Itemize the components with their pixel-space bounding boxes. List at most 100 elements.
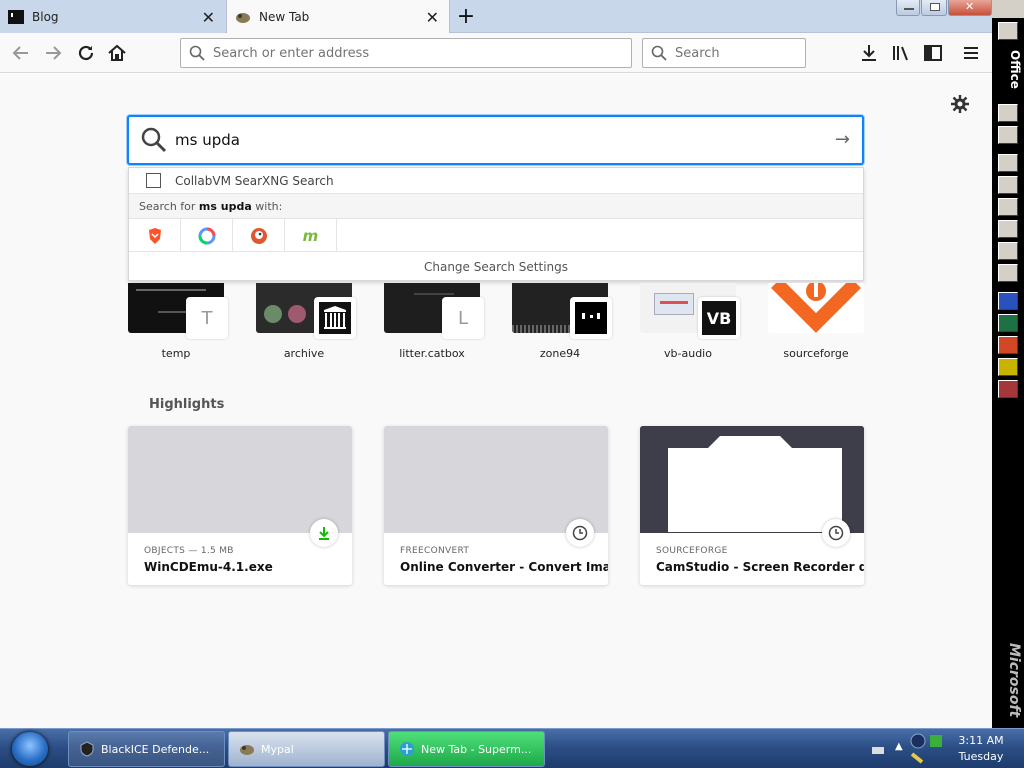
zone94-icon	[570, 297, 612, 339]
close-window-button[interactable]: ✕	[948, 0, 992, 16]
highlight-card[interactable]: FREECONVERT Online Converter - Convert I…	[384, 426, 608, 585]
forward-icon[interactable]	[42, 42, 64, 64]
search-suggestions: CollabVM SearXNG Search Search for ms up…	[128, 167, 864, 281]
browser-icon	[400, 742, 414, 756]
network-icon[interactable]	[910, 733, 926, 749]
security-shield-icon[interactable]	[928, 733, 944, 749]
tab-strip: Blog ✕ New Tab ✕ + ✕	[0, 0, 992, 34]
minimize-button[interactable]	[896, 0, 920, 16]
show-hidden-icons-icon[interactable]: ▲	[895, 741, 903, 752]
sidebar-icon[interactable]	[922, 42, 944, 64]
site-name: vb-audio	[664, 347, 712, 360]
engine-duckduckgo[interactable]	[233, 219, 285, 252]
search-query: ms upda	[175, 131, 240, 149]
site-name: temp	[161, 347, 191, 360]
mail-icon[interactable]	[998, 154, 1018, 172]
tab-new-tab[interactable]: New Tab ✕	[226, 0, 450, 34]
brave-icon	[148, 227, 161, 244]
journal-icon[interactable]	[998, 242, 1018, 260]
tab-blog[interactable]: Blog ✕	[0, 0, 225, 33]
reload-icon[interactable]	[75, 42, 97, 64]
navigation-toolbar: Search or enter address Search	[0, 33, 992, 73]
new-tab-button[interactable]: +	[456, 4, 476, 29]
office-bar-header	[992, 0, 1024, 18]
search-box[interactable]: Search	[642, 38, 806, 68]
download-icon[interactable]	[858, 42, 880, 64]
terminal-icon	[8, 9, 24, 24]
engine-mojeek[interactable]: m	[285, 219, 337, 252]
card-image	[128, 426, 352, 533]
site-name: zone94	[539, 347, 581, 360]
card-title: CamStudio - Screen Recorder d...	[656, 560, 864, 574]
card-source: FREECONVERT	[400, 546, 470, 556]
site-name: archive	[283, 347, 325, 360]
calendar-icon[interactable]	[998, 176, 1018, 194]
office-shortcut-bar: Office Microsoft	[992, 0, 1024, 728]
clock-icon	[822, 519, 850, 547]
open-document-icon[interactable]	[998, 126, 1018, 144]
library-icon[interactable]	[890, 42, 912, 64]
office-label: Office	[994, 44, 1022, 94]
highlight-card[interactable]: OBJECTS — 1.5 MB WinCDEmu-4.1.exe	[128, 426, 352, 585]
volume-icon[interactable]	[910, 751, 926, 765]
arrow-right-icon[interactable]: →	[835, 129, 850, 150]
search-icon	[189, 45, 205, 61]
duckduckgo-icon	[250, 227, 267, 244]
site-letter-tile: L	[442, 297, 484, 339]
publisher-icon[interactable]	[998, 358, 1018, 376]
mojeek-icon: m	[302, 226, 319, 245]
search-for-header: Search for ms upda with:	[129, 194, 863, 219]
access-icon[interactable]	[998, 380, 1018, 398]
download-icon	[310, 519, 338, 547]
page-search-input[interactable]: ms upda →	[127, 115, 864, 165]
engine-row: m	[129, 219, 863, 252]
url-bar[interactable]: Search or enter address	[180, 38, 632, 68]
vb-audio-icon: VB	[698, 297, 740, 339]
close-tab-icon[interactable]: ✕	[202, 8, 215, 27]
word-icon[interactable]	[998, 292, 1018, 310]
keyboard-icon[interactable]	[872, 745, 884, 755]
back-icon[interactable]	[10, 42, 32, 64]
contact-icon[interactable]	[998, 220, 1018, 238]
highlight-card[interactable]: SOURCEFORGE CamStudio - Screen Recorder …	[640, 426, 864, 585]
maximize-button[interactable]	[921, 0, 947, 16]
card-image	[384, 426, 608, 533]
site-name: sourceforge	[783, 347, 849, 360]
search-icon	[651, 45, 667, 61]
taskbar-item-mypal[interactable]: Mypal	[228, 731, 385, 767]
card-source: SOURCEFORGE	[656, 546, 728, 556]
menu-icon[interactable]	[960, 42, 982, 64]
engine-brave[interactable]	[129, 219, 181, 252]
card-title: Online Converter - Convert Ima...	[400, 560, 608, 574]
gear-icon[interactable]	[950, 94, 970, 114]
powerpoint-icon[interactable]	[998, 336, 1018, 354]
taskbar-item-new-tab[interactable]: New Tab - Superm...	[388, 731, 545, 767]
search-icon	[141, 127, 167, 153]
start-button[interactable]	[12, 732, 48, 766]
task-icon[interactable]	[998, 198, 1018, 216]
site-name: litter.catbox	[399, 347, 465, 360]
close-tab-icon[interactable]: ✕	[426, 8, 439, 27]
blackice-icon	[80, 741, 94, 757]
excel-icon[interactable]	[998, 314, 1018, 332]
engine-qwant[interactable]	[181, 219, 233, 252]
home-icon[interactable]	[106, 42, 128, 64]
note-icon[interactable]	[998, 264, 1018, 282]
tab-title: Blog	[32, 9, 59, 24]
tab-title: New Tab	[259, 10, 310, 24]
folder-icon[interactable]	[998, 22, 1018, 40]
taskbar-item-blackice[interactable]: BlackICE Defende...	[68, 731, 225, 767]
clock-time: 3:11 AM	[958, 734, 1004, 747]
suggestion-checkbox[interactable]	[146, 173, 161, 188]
change-search-settings[interactable]: Change Search Settings	[129, 252, 863, 282]
card-title: WinCDEmu-4.1.exe	[144, 560, 273, 574]
clock-icon	[566, 519, 594, 547]
suggestion-row[interactable]: CollabVM SearXNG Search	[129, 168, 863, 194]
system-clock[interactable]: 3:11 AM Tuesday	[950, 733, 1012, 765]
microsoft-brand: Microsoft	[1006, 642, 1022, 718]
site-letter-tile: T	[186, 297, 228, 339]
url-placeholder: Search or enter address	[213, 45, 370, 61]
taskbar: BlackICE Defende... Mypal New Tab - Supe…	[0, 728, 1024, 768]
new-document-icon[interactable]	[998, 104, 1018, 122]
highlights-title: Highlights	[149, 397, 225, 412]
